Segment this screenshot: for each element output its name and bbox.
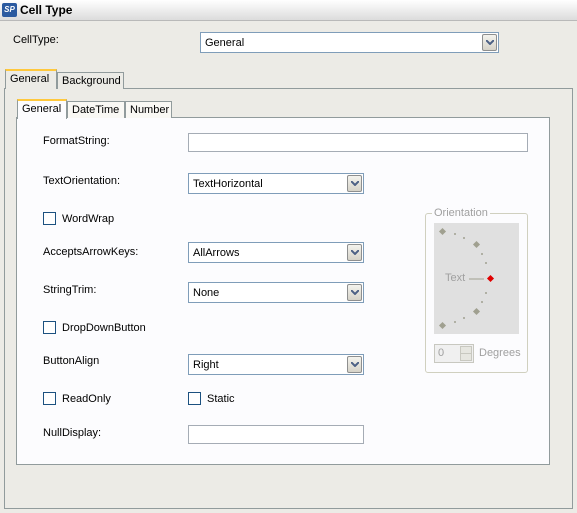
null-display-input[interactable] [188,425,364,444]
celltype-select[interactable]: General [200,32,499,53]
app-logo-icon: SP [2,3,17,17]
word-wrap-label[interactable]: WordWrap [62,213,114,225]
button-align-dropdown-button[interactable] [347,356,362,373]
degrees-label: Degrees [479,347,521,359]
button-align-select[interactable]: Right [188,354,364,375]
orientation-preview-text: Text [445,272,466,284]
accepts-arrow-keys-label: AcceptsArrowKeys: [43,246,139,258]
chevron-down-icon [351,290,359,295]
read-only-label[interactable]: ReadOnly [62,393,111,405]
orientation-group-title: Orientation [432,207,490,219]
string-trim-select[interactable]: None [188,282,364,303]
text-orientation-select[interactable]: TextHorizontal [188,173,364,194]
button-align-value: Right [193,359,219,371]
tab-background[interactable]: Background [57,72,124,89]
chevron-down-icon [351,181,359,186]
format-string-label: FormatString: [43,135,110,147]
read-only-checkbox[interactable] [43,392,56,405]
celltype-dropdown-button[interactable] [482,34,497,51]
text-orientation-dropdown-button[interactable] [347,175,362,192]
chevron-down-icon [351,250,359,255]
window-title: Cell Type [20,3,73,17]
text-orientation-value: TextHorizontal [193,178,263,190]
degrees-value: 0 [438,347,445,359]
orientation-dial: Text [434,223,519,334]
tab-general-inner[interactable]: General [17,99,67,119]
chevron-down-icon [351,362,359,367]
celltype-label: CellType: [13,34,59,46]
static-checkbox[interactable] [188,392,201,405]
tab-number[interactable]: Number [125,101,172,118]
degrees-spinner[interactable]: 0 [434,344,474,363]
format-string-input[interactable] [188,133,528,152]
accepts-arrow-keys-value: AllArrows [193,247,240,259]
static-label[interactable]: Static [207,393,235,405]
spin-down-icon[interactable] [460,353,472,361]
accepts-arrow-keys-select[interactable]: AllArrows [188,242,364,263]
accepts-arrow-keys-dropdown-button[interactable] [347,244,362,261]
title-bar [0,0,577,21]
tab-datetime[interactable]: DateTime [67,101,125,118]
text-orientation-label: TextOrientation: [43,175,121,187]
drop-down-button-label[interactable]: DropDownButton [62,322,146,334]
tab-general-outer[interactable]: General [5,69,57,89]
chevron-down-icon [486,40,494,45]
word-wrap-checkbox[interactable] [43,212,56,225]
string-trim-value: None [193,287,220,299]
drop-down-button-checkbox[interactable] [43,321,56,334]
celltype-value: General [205,37,245,49]
null-display-label: NullDisplay: [43,427,102,439]
string-trim-dropdown-button[interactable] [347,284,362,301]
string-trim-label: StringTrim: [43,284,97,296]
button-align-label: ButtonAlign [43,355,100,367]
